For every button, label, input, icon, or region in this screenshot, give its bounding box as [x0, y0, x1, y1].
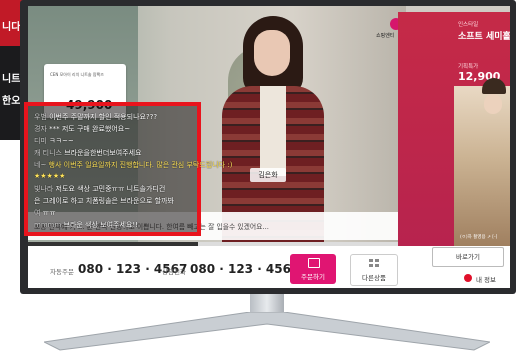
consult-number: 080 · 123 · 4568	[190, 262, 300, 276]
chat-message: 캐 티니스 브라운을한번더보여주세요	[34, 148, 142, 158]
tv-stand-base	[44, 312, 490, 351]
chat-message: 우범 이번주 주말까지 할인 적용되나요???	[34, 112, 157, 122]
product-card-title: CEN 모아이 리치 니트솔 팜팩즈	[50, 72, 104, 77]
next-product-image	[454, 78, 510, 246]
chat-text: 이번주 주말까지 할인 적용되나요???	[49, 113, 158, 121]
next-product-price-label: 기획특가	[458, 64, 479, 70]
chat-username: 빛나라	[34, 185, 56, 193]
chat-username: 경자	[34, 125, 50, 133]
chat-text: 브라운을한번더보여주세요	[64, 149, 142, 157]
my-info-link[interactable]: 내 정보	[476, 274, 496, 284]
next-product-subtitle: 인스타일	[458, 22, 479, 28]
order-button-label: 주문하기	[301, 273, 325, 281]
next-product-panel[interactable]: 인스타일 소프트 세미홀가니트 기획특가 12,900 (ㅇ)하 촬영용 ↗ […	[398, 12, 510, 248]
chat-username: 네~	[34, 161, 49, 169]
chat-username: mmmm	[34, 221, 64, 229]
chat-text: 저도요 색상 고민중ㅠㅠ 니트솔가디건	[55, 185, 166, 193]
chat-text: ㅋㅋ~~	[49, 137, 74, 145]
shortcut-button[interactable]: 바로가기	[432, 247, 504, 267]
host-name-badge: 김은화	[250, 168, 286, 182]
bottom-bar: 자동주문 080 · 123 · 4567 상담전화 080 · 123 · 4…	[28, 246, 510, 288]
chat-message: 은 그레이로 하고 치폼링솔은 브라운으로 할까봐	[34, 196, 174, 206]
chat-text: 브라운 색상 보여주세요!!	[63, 221, 138, 229]
my-info-icon	[464, 274, 472, 282]
chat-text: 행사 이번주 일요일까지 진행합니다. 많은 관심 부탁드립니다 :)	[48, 161, 233, 169]
live-chat-overlay[interactable]: 우범 이번주 주말까지 할인 적용되나요??? 경자 *** 저도 구매 완료했어…	[24, 102, 232, 236]
background-tv-text: 니다	[2, 22, 21, 33]
chat-message: 빛나라 저도요 색상 고민중ㅠㅠ 니트솔가디건	[34, 184, 165, 194]
chat-text: ★★★★★	[34, 172, 66, 180]
chat-username: 우범	[34, 113, 50, 121]
chat-message: mmmm 브라운 색상 보여주세요!!	[34, 220, 138, 230]
chat-text: ㅠㅠ	[42, 209, 56, 217]
chat-username: 여	[34, 209, 43, 217]
chat-message: 여 ㅠㅠ	[34, 208, 56, 218]
chat-username: 디미	[34, 137, 50, 145]
next-product-title: 소프트 세미홀가니트	[458, 32, 510, 42]
card-icon	[308, 258, 320, 268]
chat-message: 경자 *** 저도 구매 완료했어요~	[34, 124, 130, 134]
auto-order-label: 자동주문	[50, 268, 74, 276]
other-products-label: 다른상품	[362, 274, 386, 282]
chat-message: 디미 ㅋㅋ~~	[34, 136, 74, 146]
chat-message: ★★★★★	[34, 172, 65, 180]
other-products-button[interactable]: 다른상품	[350, 254, 398, 286]
order-button[interactable]: 주문하기	[290, 254, 336, 284]
chat-text: 은 그레이로 하고 치폼링솔은 브라운으로 할까봐	[34, 197, 174, 205]
chat-username: 캐 티니스	[34, 149, 65, 157]
chat-message: 네~ 행사 이번주 일요일까지 진행합니다. 많은 관심 부탁드립니다 :)	[34, 160, 232, 170]
chat-text: *** 저도 구매 완료했어요~	[49, 125, 131, 133]
next-product-caption: (ㅇ)하 촬영용 ↗ [-]	[460, 235, 498, 240]
broadcaster-logo-text: 쇼핑엔티	[376, 33, 395, 39]
grid-icon	[369, 259, 379, 267]
consult-label: 상담전화	[162, 268, 186, 276]
